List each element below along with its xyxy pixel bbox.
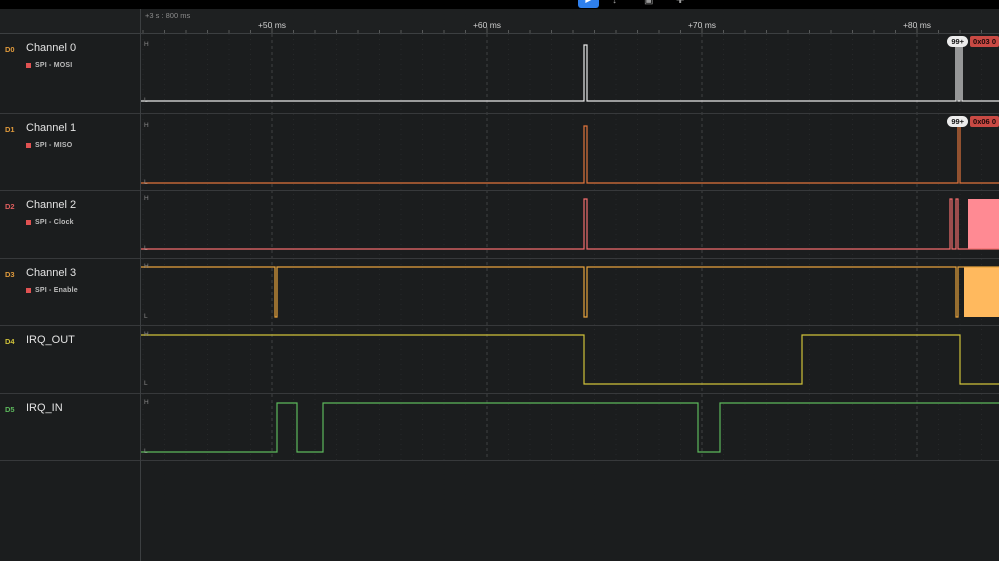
empty-channel-area [0,461,999,561]
channel-name: IRQ_OUT [26,334,75,346]
channel-id-label: D4 [5,337,15,346]
save-icon[interactable]: ▣ [644,0,653,7]
timeline-ruler[interactable]: +3 s : 800 ms +50 ms +60 ms +70 ms +80 ms [0,9,999,34]
frame-badges: 99+ 0x06 0 [947,116,999,127]
frame-count-badge[interactable]: 99+ [947,36,969,47]
channel-id-label: D0 [5,45,15,54]
channel-id-label: D3 [5,270,15,279]
low-level-marker: L [144,179,148,186]
timeline-tick-label: +50 ms [257,20,287,30]
analyzer-color-bullet [26,63,31,68]
channel-plot[interactable]: H L [140,191,999,258]
play-icon: ▶ [585,0,591,4]
timeline-tick-label: +70 ms [687,20,717,30]
low-level-marker: L [144,97,148,104]
channel-plot[interactable]: H L [140,326,999,393]
analyzer-name: SPI - MOSI [35,62,73,69]
channel-id-label: D2 [5,202,15,211]
channel-analyzer-label: SPI - Enable [26,287,78,294]
analyzer-name: SPI - MISO [35,142,73,149]
channel-row-d0: D0 Channel 0 SPI - MOSI H L 99+ 0x03 0 [0,34,999,114]
timeline-tick-label: +80 ms [902,20,932,30]
channel-header[interactable]: D2 Channel 2 SPI - Clock [0,191,140,258]
channel-meta: IRQ_OUT [26,334,75,393]
toolbar: ▶ ↓ ▣ ✚ [0,0,999,9]
play-button[interactable]: ▶ [578,0,599,8]
channel-name: Channel 3 [26,267,77,279]
high-level-marker: H [144,41,149,48]
channel-plot[interactable]: H L [140,394,999,460]
channel-meta: Channel 2 SPI - Clock [26,199,76,258]
high-level-marker: H [144,263,149,270]
channel-header[interactable]: D1 Channel 1 SPI - MISO [0,114,140,190]
add-icon[interactable]: ✚ [676,0,684,7]
high-level-marker: H [144,331,149,338]
waveform-trace [140,266,999,318]
frame-value-chip: 0x03 0 [970,36,999,47]
analyzer-name: SPI - Enable [35,287,78,294]
channel-analyzer-label: SPI - MOSI [26,62,76,69]
channel-id-label: D1 [5,125,15,134]
channel-meta: Channel 0 SPI - MOSI [26,42,76,113]
low-level-marker: L [144,380,148,387]
channel-header[interactable]: D4 IRQ_OUT [0,326,140,393]
frame-badges: 99+ 0x03 0 [947,36,999,47]
waveform-trace [140,402,999,453]
high-level-marker: H [144,122,149,129]
channel-plot[interactable]: H L [140,259,999,325]
waveform-trace [140,44,999,102]
low-level-marker: L [144,313,148,320]
channel-row-d1: D1 Channel 1 SPI - MISO H L 99+ 0x06 0 [0,114,999,191]
low-level-marker: L [144,448,148,455]
channel-name: IRQ_IN [26,402,63,414]
high-level-marker: H [144,399,149,406]
channel-analyzer-label: SPI - Clock [26,219,76,226]
frame-value-chip: 0x06 0 [970,116,999,127]
download-icon[interactable]: ↓ [612,0,617,7]
waveform-trace [140,334,999,385]
channel-plot[interactable]: H L 99+ 0x06 0 [140,114,999,190]
channel-header[interactable]: D5 IRQ_IN [0,394,140,460]
channel-row-d3: D3 Channel 3 SPI - Enable H L [0,259,999,326]
timeline-tick-label: +60 ms [472,20,502,30]
analyzer-color-bullet [26,220,31,225]
waveform-trace [140,198,999,250]
frame-count-badge[interactable]: 99+ [947,116,969,127]
channel-analyzer-label: SPI - MISO [26,142,76,149]
channel-meta: Channel 1 SPI - MISO [26,122,76,190]
analyzer-color-bullet [26,288,31,293]
channel-meta: IRQ_IN [26,402,63,460]
channel-name: Channel 0 [26,42,77,54]
analyzer-name: SPI - Clock [35,219,74,226]
channel-name: Channel 1 [26,122,77,134]
high-level-marker: H [144,195,149,202]
channel-row-d5: D5 IRQ_IN H L [0,394,999,461]
channel-header[interactable]: D0 Channel 0 SPI - MOSI [0,34,140,113]
analyzer-color-bullet [26,143,31,148]
channel-header[interactable]: D3 Channel 3 SPI - Enable [0,259,140,325]
waveform-trace [140,125,999,184]
channel-row-d2: D2 Channel 2 SPI - Clock H L [0,191,999,259]
channel-name: Channel 2 [26,199,77,211]
channel-row-d4: D4 IRQ_OUT H L [0,326,999,394]
channel-id-label: D5 [5,405,15,414]
channel-meta: Channel 3 SPI - Enable [26,267,78,325]
sidebar-divider [140,9,141,561]
channel-plot[interactable]: H L 99+ 0x03 0 [140,34,999,113]
low-level-marker: L [144,245,148,252]
